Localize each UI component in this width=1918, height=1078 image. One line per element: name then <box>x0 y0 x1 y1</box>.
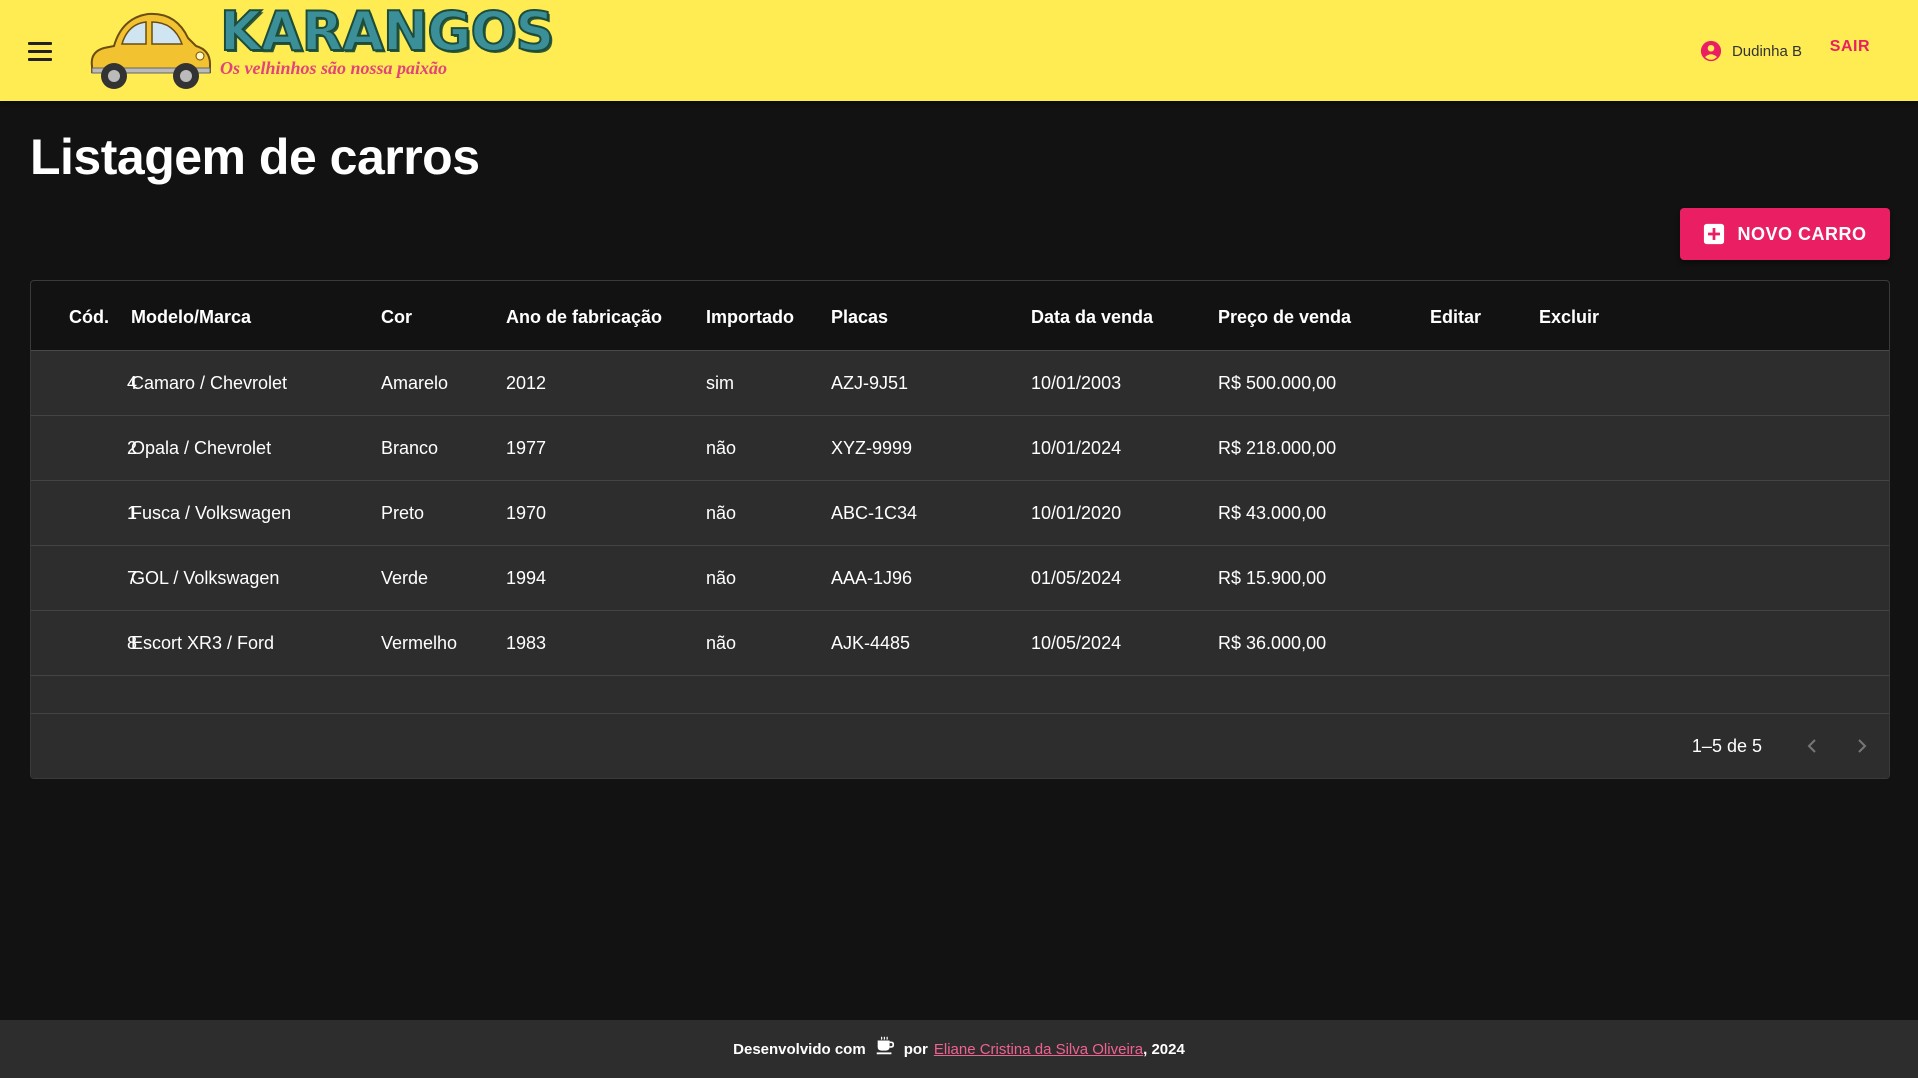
table-header: Cód. Modelo/Marca Cor Ano de fabricação … <box>31 281 1889 351</box>
cell-plate: ABC-1C34 <box>831 503 918 523</box>
cell-sale-date: 10/05/2024 <box>1031 633 1122 653</box>
chevron-left-icon[interactable] <box>1800 734 1824 758</box>
user-info: Dudinha B <box>1700 38 1802 64</box>
car-logo-icon <box>90 12 211 89</box>
cell-imported: não <box>706 503 737 523</box>
cell-imported: sim <box>706 373 734 393</box>
footer-prefix: Desenvolvido com <box>733 1040 866 1058</box>
chevron-right-icon[interactable] <box>1850 734 1874 758</box>
cell-color: Vermelho <box>381 633 458 653</box>
brand-logo[interactable]: KARANGOS Os velhinhos são nossa paixão <box>84 1 555 98</box>
cell-year: 1983 <box>506 633 547 653</box>
cell-price: R$ 36.000,00 <box>1218 633 1327 653</box>
page-title: Listagem de carros <box>30 129 480 185</box>
cell-imported: não <box>706 568 737 588</box>
cell-color: Amarelo <box>381 373 449 393</box>
cell-sale-date: 10/01/2024 <box>1031 438 1122 458</box>
cell-color: Preto <box>381 503 425 523</box>
cell-plate: AAA-1J96 <box>831 568 913 588</box>
column-header-edit[interactable]: Editar <box>1430 307 1481 328</box>
table-row[interactable]: 8 Escort XR3 / Ford Vermelho 1983 não AJ… <box>31 611 1889 676</box>
table-empty-row <box>31 676 1889 714</box>
column-header-price[interactable]: Preço de venda <box>1218 307 1351 328</box>
cell-price: R$ 218.000,00 <box>1218 438 1337 458</box>
coffee-cup-icon <box>876 1036 894 1055</box>
user-name: Dudinha B <box>1731 42 1802 60</box>
table-row[interactable]: 2 Opala / Chevrolet Branco 1977 não XYZ-… <box>31 416 1889 481</box>
footer-middle: por <box>903 1040 928 1058</box>
table-row[interactable]: 1 Fusca / Volkswagen Preto 1970 não ABC-… <box>31 481 1889 546</box>
account-circle-icon <box>1700 40 1722 62</box>
cell-year: 1977 <box>506 438 547 458</box>
cell-plate: XYZ-9999 <box>831 438 913 458</box>
column-header-delete[interactable]: Excluir <box>1539 307 1599 328</box>
cell-price: R$ 500.000,00 <box>1218 373 1337 393</box>
column-header-color[interactable]: Cor <box>381 307 412 328</box>
cell-sale-date: 01/05/2024 <box>1031 568 1122 588</box>
author-link[interactable]: Eliane Cristina da Silva Oliveira <box>934 1041 1143 1058</box>
cell-imported: não <box>706 438 737 458</box>
cell-year: 1994 <box>506 568 547 588</box>
cell-color: Verde <box>381 568 429 588</box>
cell-color: Branco <box>381 438 439 458</box>
new-car-button[interactable]: NOVO CARRO <box>1680 208 1890 260</box>
app-bar: KARANGOS Os velhinhos são nossa paixão D… <box>0 0 1918 101</box>
footer-suffix: , 2024 <box>1143 1040 1185 1058</box>
column-header-year[interactable]: Ano de fabricação <box>506 307 662 328</box>
page-footer: Desenvolvido com por Eliane Cristina da … <box>0 1020 1918 1078</box>
cell-year: 2012 <box>506 373 547 393</box>
cars-table: Cód. Modelo/Marca Cor Ano de fabricação … <box>30 280 1890 779</box>
cell-model: Camaro / Chevrolet <box>131 373 288 393</box>
table-row[interactable]: 7 GOL / Volkswagen Verde 1994 não AAA-1J… <box>31 546 1889 611</box>
menu-icon[interactable] <box>22 36 58 66</box>
cell-year: 1970 <box>506 503 547 523</box>
column-header-model[interactable]: Modelo/Marca <box>131 307 251 328</box>
cell-model: Fusca / Volkswagen <box>131 503 292 523</box>
cell-price: R$ 15.900,00 <box>1218 568 1327 588</box>
cell-imported: não <box>706 633 737 653</box>
table-row[interactable]: 4 Camaro / Chevrolet Amarelo 2012 sim AZ… <box>31 351 1889 416</box>
cell-sale-date: 10/01/2020 <box>1031 503 1122 523</box>
brand-slogan: Os velhinhos são nossa paixão <box>220 58 448 78</box>
cell-sale-date: 10/01/2003 <box>1031 373 1122 393</box>
cell-plate: AZJ-9J51 <box>831 373 909 393</box>
cell-plate: AJK-4485 <box>831 633 911 653</box>
brand-name: KARANGOS <box>219 0 555 63</box>
pagination-label: 1–5 de 5 <box>1691 736 1762 756</box>
new-car-label: NOVO CARRO <box>1737 223 1867 244</box>
column-header-plate[interactable]: Placas <box>831 307 888 328</box>
column-header-id[interactable]: Cód. <box>69 307 109 328</box>
column-header-imported[interactable]: Importado <box>706 307 794 328</box>
cell-model: Escort XR3 / Ford <box>131 633 275 653</box>
cell-model: GOL / Volkswagen <box>131 568 280 588</box>
logout-button[interactable]: SAIR <box>1830 38 1870 56</box>
cell-model: Opala / Chevrolet <box>131 438 272 458</box>
column-header-sale-date[interactable]: Data da venda <box>1031 307 1153 328</box>
add-box-icon <box>1704 223 1725 245</box>
cell-price: R$ 43.000,00 <box>1218 503 1327 523</box>
table-pagination: 1–5 de 5 <box>31 714 1889 778</box>
